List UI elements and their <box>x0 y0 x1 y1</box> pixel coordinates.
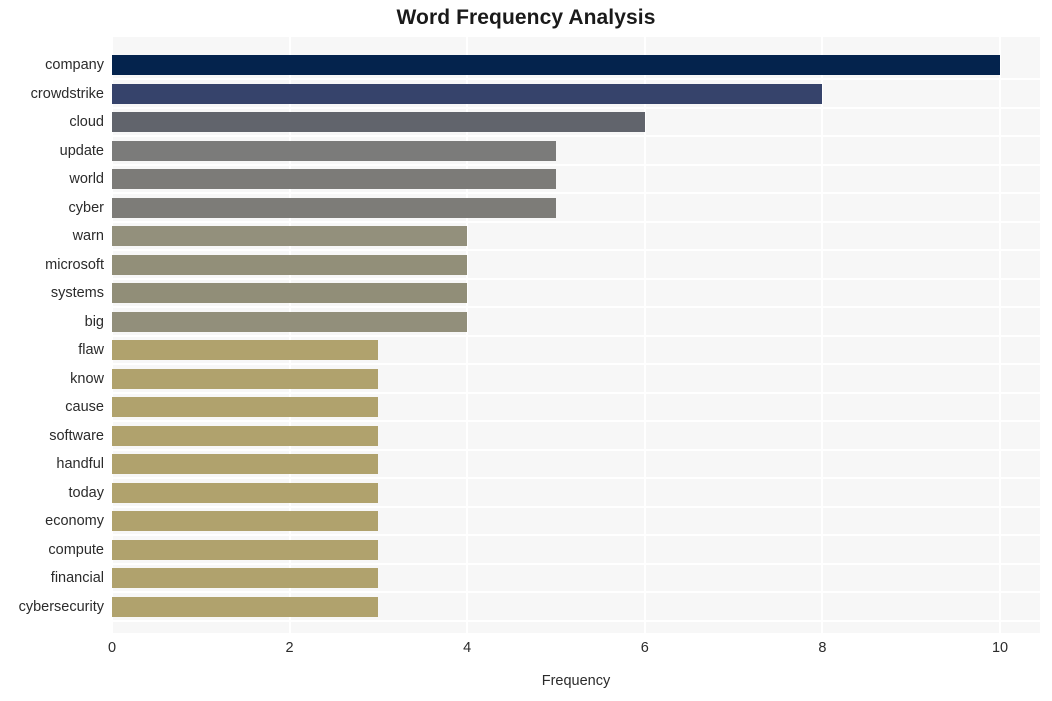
y-axis-tick-label: cyber <box>68 199 104 216</box>
plot-area <box>112 37 1040 633</box>
y-axis-tick-label: economy <box>45 513 104 529</box>
y-axis-tick-label: world <box>69 171 104 187</box>
bar[interactable] <box>112 539 379 560</box>
horizontal-gridline <box>112 335 1040 337</box>
y-axis-tick-label: company <box>45 57 104 73</box>
horizontal-gridline <box>112 192 1040 194</box>
bar[interactable] <box>112 197 557 218</box>
bar[interactable] <box>112 568 379 588</box>
horizontal-gridline <box>112 449 1040 451</box>
horizontal-gridline <box>112 221 1040 223</box>
x-axis-tick-label: 6 <box>640 640 649 656</box>
x-axis-tick-labels: 0 2 4 6 8 10 <box>0 640 1052 670</box>
horizontal-gridline <box>112 563 1040 565</box>
bar[interactable] <box>112 311 468 332</box>
bar[interactable] <box>112 112 645 132</box>
y-axis-tick-label: systems <box>50 285 104 301</box>
y-axis-tick-label: warn <box>72 228 104 244</box>
y-axis-tick-label: today <box>68 484 104 501</box>
y-axis-tick-label: flaw <box>78 342 104 358</box>
horizontal-gridline <box>112 363 1040 365</box>
bar[interactable] <box>112 482 379 503</box>
bar[interactable] <box>112 55 1001 75</box>
horizontal-gridline <box>112 278 1040 280</box>
y-axis-tick-label: know <box>70 370 104 387</box>
horizontal-gridline <box>112 107 1040 109</box>
horizontal-gridline <box>112 506 1040 508</box>
bar[interactable] <box>112 169 557 189</box>
y-axis-tick-label: software <box>49 427 104 444</box>
y-axis-tick-label: compute <box>48 541 104 558</box>
horizontal-gridline <box>112 249 1040 251</box>
bar[interactable] <box>112 254 468 275</box>
bar[interactable] <box>112 397 379 417</box>
horizontal-gridline <box>112 164 1040 166</box>
horizontal-gridline <box>112 420 1040 422</box>
bar[interactable] <box>112 226 468 246</box>
bar[interactable] <box>112 425 379 446</box>
y-axis-tick-label: cloud <box>69 114 104 130</box>
word-frequency-chart: Word Frequency Analysis company crowdstri… <box>0 0 1052 701</box>
y-axis-tick-label: cybersecurity <box>18 598 104 615</box>
horizontal-gridline <box>112 591 1040 593</box>
y-axis-tick-label: handful <box>56 456 104 472</box>
bar[interactable] <box>112 83 823 104</box>
horizontal-gridline <box>112 78 1040 80</box>
x-axis-tick-label: 4 <box>463 640 472 656</box>
horizontal-gridline <box>112 477 1040 479</box>
x-axis-tick-label: 0 <box>107 640 117 656</box>
y-axis-tick-label: cause <box>65 399 104 415</box>
y-axis-tick-label: crowdstrike <box>30 85 104 102</box>
x-axis-tick-label: 10 <box>991 640 1009 656</box>
y-axis-tick-label: financial <box>50 570 104 586</box>
y-axis-tick-labels: company crowdstrike cloud update world cyber w… <box>0 37 104 633</box>
x-axis-tick-label: 2 <box>285 640 294 656</box>
y-axis-tick-label: update <box>59 142 104 159</box>
y-axis-tick-label: microsoft <box>45 256 104 273</box>
bar[interactable] <box>112 140 557 161</box>
bar[interactable] <box>112 511 379 531</box>
x-axis-title: Frequency <box>541 673 611 689</box>
bar[interactable] <box>112 340 379 360</box>
horizontal-gridline <box>112 534 1040 536</box>
horizontal-gridline <box>112 306 1040 308</box>
bar[interactable] <box>112 283 468 303</box>
horizontal-gridline <box>112 620 1040 622</box>
horizontal-gridline <box>112 135 1040 137</box>
x-axis-tick-label: 8 <box>818 640 827 656</box>
y-axis-tick-label: big <box>84 313 104 330</box>
bar[interactable] <box>112 596 379 617</box>
chart-title: Word Frequency Analysis <box>396 6 656 29</box>
horizontal-gridline <box>112 392 1040 394</box>
bar[interactable] <box>112 454 379 474</box>
bar[interactable] <box>112 368 379 389</box>
